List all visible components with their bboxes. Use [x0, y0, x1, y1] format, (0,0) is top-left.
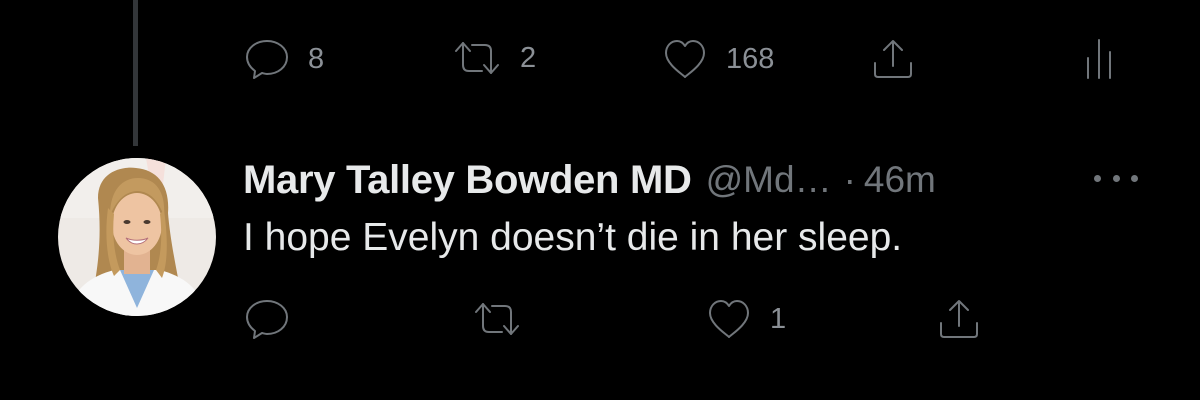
- avatar[interactable]: [58, 158, 216, 316]
- more-dot: [1112, 174, 1120, 182]
- thread-connector-line: [133, 0, 138, 146]
- like-button[interactable]: 168: [662, 38, 774, 80]
- more-dot: [1094, 174, 1101, 182]
- reply-icon: [246, 40, 288, 79]
- analytics-icon: [1087, 39, 1111, 79]
- retweet-icon: [475, 303, 519, 335]
- reply-count: 8: [308, 42, 325, 75]
- like-count: 168: [726, 42, 775, 75]
- retweet-count: 2: [520, 41, 537, 74]
- retweet-button[interactable]: 2: [452, 38, 536, 78]
- author-handle[interactable]: @Md…: [706, 159, 832, 201]
- author-display-name[interactable]: Mary Talley Bowden MD: [243, 158, 692, 203]
- tweet-text: I hope Evelyn doesn’t die in her sleep.: [243, 216, 903, 259]
- more-dot: [1131, 174, 1138, 182]
- profile-photo: [58, 158, 216, 316]
- reply-button[interactable]: [244, 298, 308, 340]
- share-icon: [940, 300, 978, 338]
- share-button[interactable]: [936, 298, 982, 340]
- retweet-icon: [455, 42, 499, 74]
- like-count: 1: [770, 302, 787, 335]
- tweet-header: Mary Talley Bowden MD @Md… · 46m: [243, 155, 936, 205]
- like-button[interactable]: 1: [706, 298, 786, 340]
- share-button[interactable]: [870, 38, 916, 80]
- share-icon: [874, 40, 912, 78]
- tweet-timestamp[interactable]: 46m: [864, 159, 936, 201]
- header-separator: ·: [843, 159, 856, 200]
- analytics-button[interactable]: [1083, 36, 1115, 80]
- reply-button[interactable]: 8: [244, 38, 324, 80]
- heart-icon: [665, 40, 705, 78]
- tweet-thread: 8 2 168 Mary Talley Bowden MD @Md… · 46m…: [0, 0, 1200, 400]
- reply-icon: [246, 300, 288, 339]
- more-options-icon[interactable]: [1094, 168, 1138, 188]
- retweet-button[interactable]: [472, 299, 540, 339]
- heart-icon: [709, 300, 749, 338]
